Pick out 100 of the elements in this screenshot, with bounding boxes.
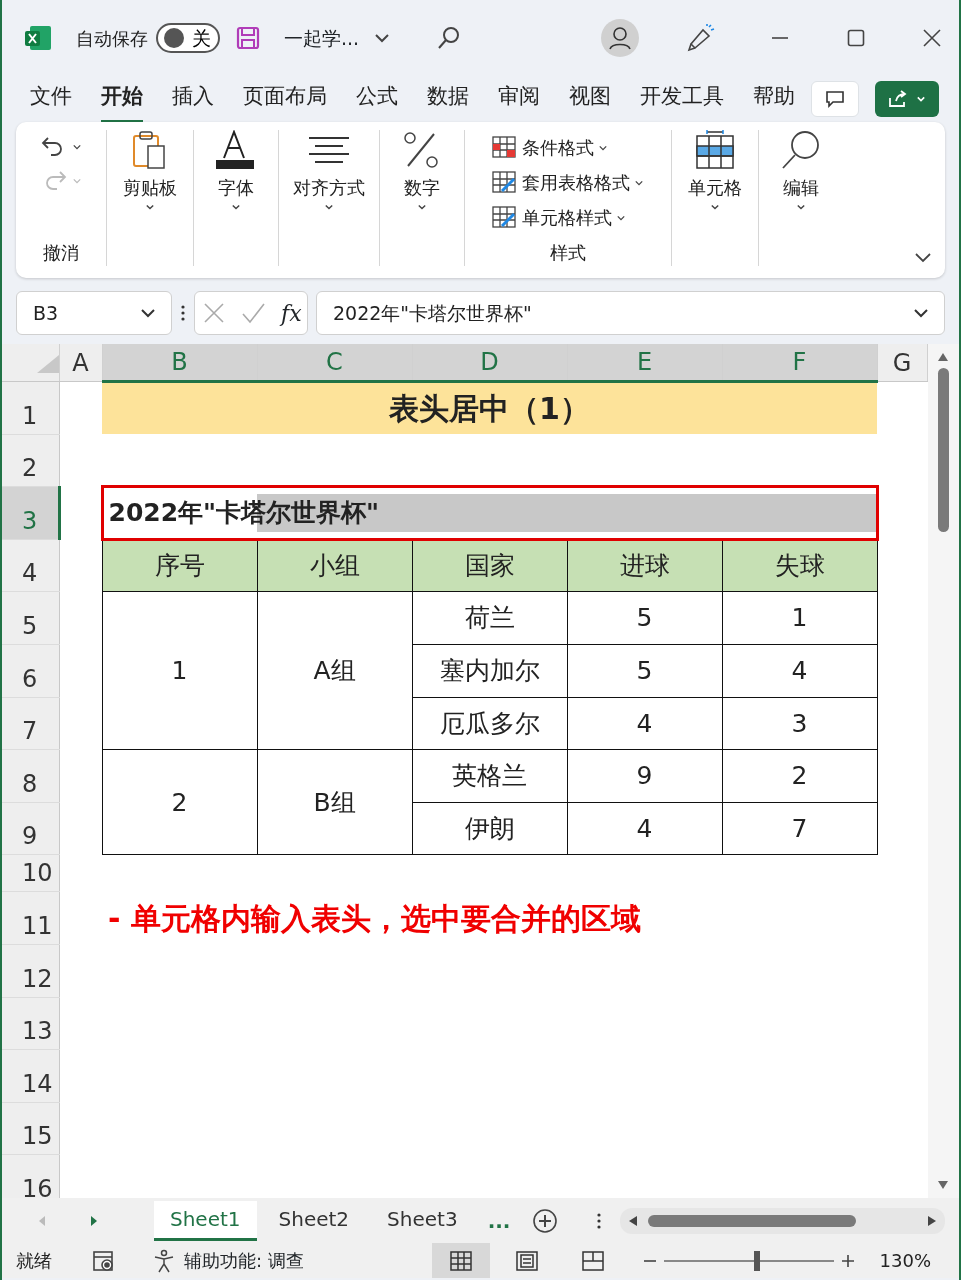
row-header[interactable]: 9 <box>2 802 59 855</box>
table-cell: B组 <box>313 787 356 817</box>
next-sheet-icon[interactable] <box>90 1214 98 1227</box>
autosave-label: 自动保存 <box>76 26 148 51</box>
ribbon-button[interactable]: 对齐方式 <box>289 130 369 211</box>
ribbon-tab[interactable]: 公式 <box>356 74 398 124</box>
more-sheets-button[interactable]: ... <box>487 1205 511 1236</box>
ribbon-tab[interactable]: 帮助 <box>753 74 795 124</box>
search-icon[interactable] <box>437 26 462 50</box>
table-cell: 2 <box>171 787 188 817</box>
column-header[interactable]: F <box>722 344 877 382</box>
page-break-icon <box>581 1250 604 1271</box>
formula-field[interactable]: 2022年"卡塔尔世界杯" <box>316 291 945 335</box>
scroll-down-icon[interactable] <box>937 1180 950 1190</box>
column-header[interactable]: D <box>412 344 567 382</box>
add-sheet-icon[interactable] <box>532 1207 559 1234</box>
row-header[interactable]: 2 <box>2 434 59 487</box>
scroll-left-icon[interactable] <box>628 1214 639 1227</box>
normal-view-button[interactable] <box>431 1243 490 1278</box>
row-header[interactable]: 13 <box>2 997 59 1050</box>
style-menu-button[interactable]: 套用表格格式 <box>492 165 644 200</box>
style-menu-button[interactable]: 单元格样式 <box>492 200 644 235</box>
insert-function-button[interactable]: fx <box>281 296 302 330</box>
row-header[interactable]: 3 <box>2 486 59 540</box>
scroll-right-icon[interactable] <box>927 1214 937 1227</box>
ribbon-button[interactable]: 单元格 <box>684 130 746 211</box>
save-icon[interactable] <box>236 26 260 50</box>
zoom-slider-thumb[interactable] <box>754 1250 761 1271</box>
caret-icon <box>795 203 806 211</box>
row-header[interactable]: 11 <box>2 891 59 945</box>
zoom-in-icon[interactable] <box>841 1254 854 1267</box>
more-options-icon[interactable] <box>180 304 186 322</box>
table-format-icon <box>492 170 518 195</box>
table-cell: A组 <box>313 656 356 685</box>
column-header[interactable]: A <box>59 344 102 382</box>
sheet-tab[interactable]: Sheet2 <box>262 1200 366 1241</box>
ribbon-tab[interactable]: 开发工具 <box>640 74 724 124</box>
row-header[interactable]: 4 <box>2 539 59 592</box>
close-icon[interactable] <box>923 29 941 47</box>
share-button[interactable] <box>875 81 939 117</box>
row-header[interactable]: 15 <box>2 1102 59 1155</box>
ribbon-tab[interactable]: 数据 <box>427 74 469 124</box>
caret-icon <box>145 203 155 211</box>
more-options-icon[interactable] <box>596 1211 603 1230</box>
pen-icon[interactable] <box>687 24 715 52</box>
ribbon-button[interactable]: 数字 <box>398 130 446 211</box>
zoom-level[interactable]: 130% <box>879 1247 931 1274</box>
column-header[interactable]: B <box>102 344 257 382</box>
column-header[interactable]: G <box>877 344 927 382</box>
accessibility-button[interactable]: 辅助功能: 调查 <box>152 1247 304 1274</box>
maximize-icon[interactable] <box>847 29 865 47</box>
ribbon-tab[interactable]: 视图 <box>569 74 611 124</box>
horizontal-scrollbar-thumb[interactable] <box>648 1214 857 1227</box>
row-header[interactable]: 12 <box>2 944 59 998</box>
accessibility-figure-icon <box>152 1248 176 1273</box>
column-heading: 失球 <box>774 551 825 581</box>
vertical-scrollbar-thumb[interactable] <box>937 368 949 532</box>
row-header[interactable]: 7 <box>2 697 59 750</box>
row-header[interactable]: 14 <box>2 1049 59 1103</box>
macro-recorder-icon[interactable] <box>92 1249 116 1272</box>
table-cell: 7 <box>791 813 808 843</box>
scroll-up-icon[interactable] <box>937 352 950 362</box>
table-heading-text: 2022年"卡塔尔世界杯" <box>108 497 380 530</box>
comments-button[interactable] <box>811 81 859 117</box>
collapse-ribbon-icon[interactable] <box>915 252 931 264</box>
ribbon-button[interactable]: 编辑 <box>776 130 825 211</box>
ribbon-tab[interactable]: 插入 <box>172 74 214 124</box>
avatar-icon[interactable] <box>601 19 639 57</box>
status-text: 就绪 <box>16 1249 52 1273</box>
table-cell: 5 <box>636 656 653 685</box>
speech-bubble-icon <box>825 90 845 108</box>
column-header[interactable]: C <box>257 344 412 382</box>
autosave-toggle[interactable]: 关 <box>156 23 220 53</box>
document-title-button[interactable]: 一起学... <box>284 23 390 53</box>
table-cell: 9 <box>636 761 653 791</box>
row-header[interactable]: 6 <box>2 644 59 698</box>
style-menu-button[interactable]: 条件格式 <box>492 130 644 165</box>
row-header[interactable]: 8 <box>2 749 59 803</box>
sheet-tab[interactable]: Sheet3 <box>371 1200 474 1241</box>
row-header[interactable]: 16 <box>2 1154 59 1198</box>
row-header[interactable]: 1 <box>2 381 59 435</box>
row-header[interactable]: 10 <box>2 854 59 892</box>
ribbon-tab[interactable]: 页面布局 <box>243 74 327 124</box>
sheet-tab[interactable]: Sheet1 <box>154 1200 257 1241</box>
caret-icon <box>72 143 82 151</box>
table-cell: 厄瓜多尔 <box>439 708 540 738</box>
table-cell: 1 <box>171 656 188 685</box>
table-cell: 塞内加尔 <box>439 656 540 685</box>
ribbon-button[interactable]: 剪贴板 <box>119 130 181 211</box>
ribbon-tab[interactable]: 审阅 <box>498 74 540 124</box>
ribbon-tab[interactable]: 文件 <box>30 74 72 124</box>
caret-icon <box>914 308 928 318</box>
row-header[interactable]: 5 <box>2 591 59 645</box>
caret-icon <box>324 203 334 211</box>
table-cell: 4 <box>791 656 808 685</box>
chevron-down-icon <box>375 33 390 43</box>
column-heading: 序号 <box>154 551 205 581</box>
column-header[interactable]: E <box>567 344 722 382</box>
ribbon-button[interactable]: 字体 <box>212 130 260 211</box>
name-box[interactable]: B3 <box>16 291 172 335</box>
